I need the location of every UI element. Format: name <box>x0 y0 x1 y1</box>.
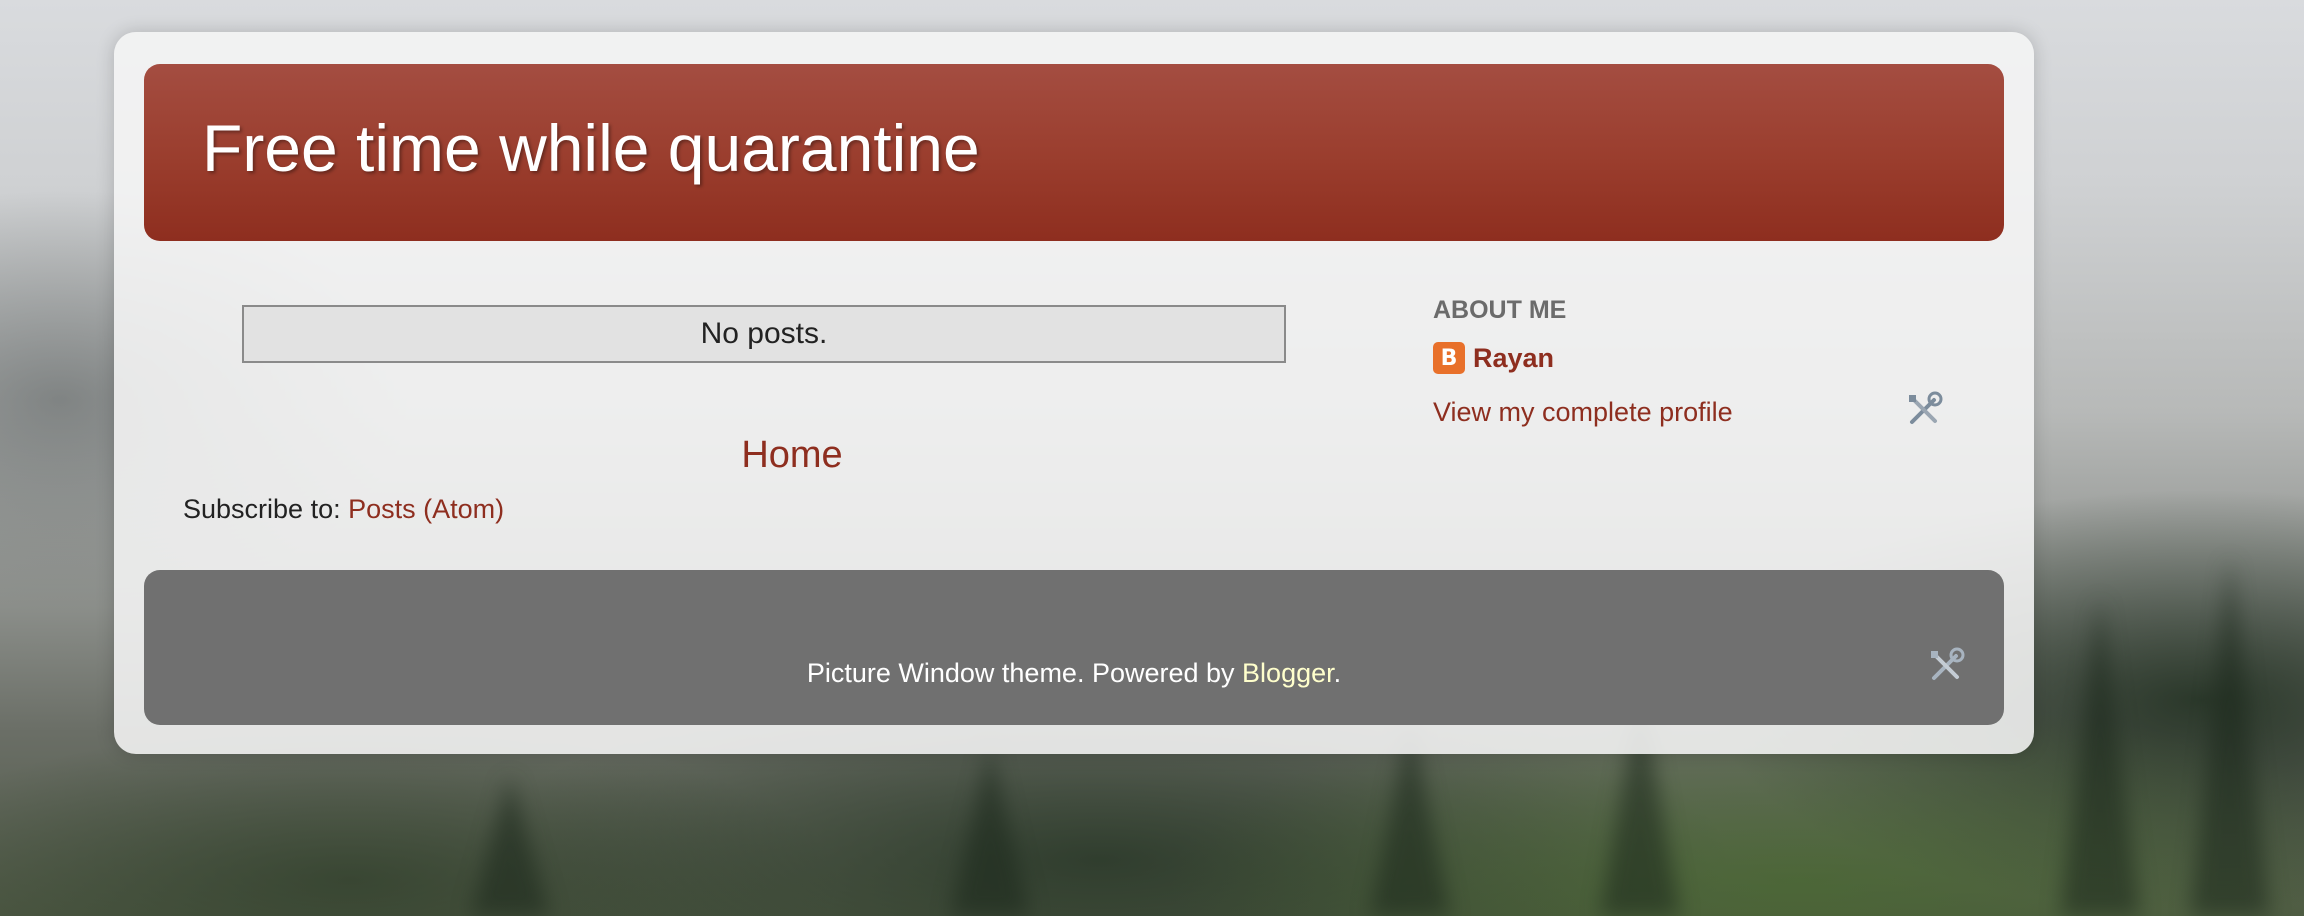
background-tree <box>950 746 1030 916</box>
no-posts-message: No posts. <box>242 305 1286 363</box>
footer-prefix: Picture Window theme. Powered by <box>806 658 1243 688</box>
wrench-screwdriver-icon[interactable] <box>1926 646 1966 686</box>
view-profile-link[interactable]: View my complete profile <box>1433 397 1733 428</box>
home-link[interactable]: Home <box>712 434 872 477</box>
posts-atom-link[interactable]: Posts (Atom) <box>348 494 504 524</box>
background-tree <box>2190 556 2270 916</box>
subscribe-line: Subscribe to: Posts (Atom) <box>183 494 504 525</box>
profile-name-link[interactable]: Rayan <box>1473 343 1554 374</box>
footer-attribution: Picture Window theme. Powered by Blogger… <box>144 658 2004 689</box>
footer-suffix: . <box>1333 658 1342 688</box>
footer: Picture Window theme. Powered by Blogger… <box>144 570 2004 725</box>
profile-row: B Rayan <box>1433 342 1554 374</box>
blog-title[interactable]: Free time while quarantine <box>202 110 980 186</box>
blogger-link[interactable]: Blogger <box>1242 658 1334 688</box>
background-tree <box>470 776 550 916</box>
blog-header: Free time while quarantine <box>144 64 2004 241</box>
about-me-heading: About Me <box>1433 296 1567 324</box>
wrench-screwdriver-icon[interactable] <box>1904 390 1944 430</box>
background-tree <box>2060 596 2140 916</box>
content-outer: Free time while quarantine No posts. Hom… <box>114 32 2034 754</box>
subscribe-label: Subscribe to: <box>183 494 349 524</box>
blogger-icon: B <box>1433 342 1465 374</box>
